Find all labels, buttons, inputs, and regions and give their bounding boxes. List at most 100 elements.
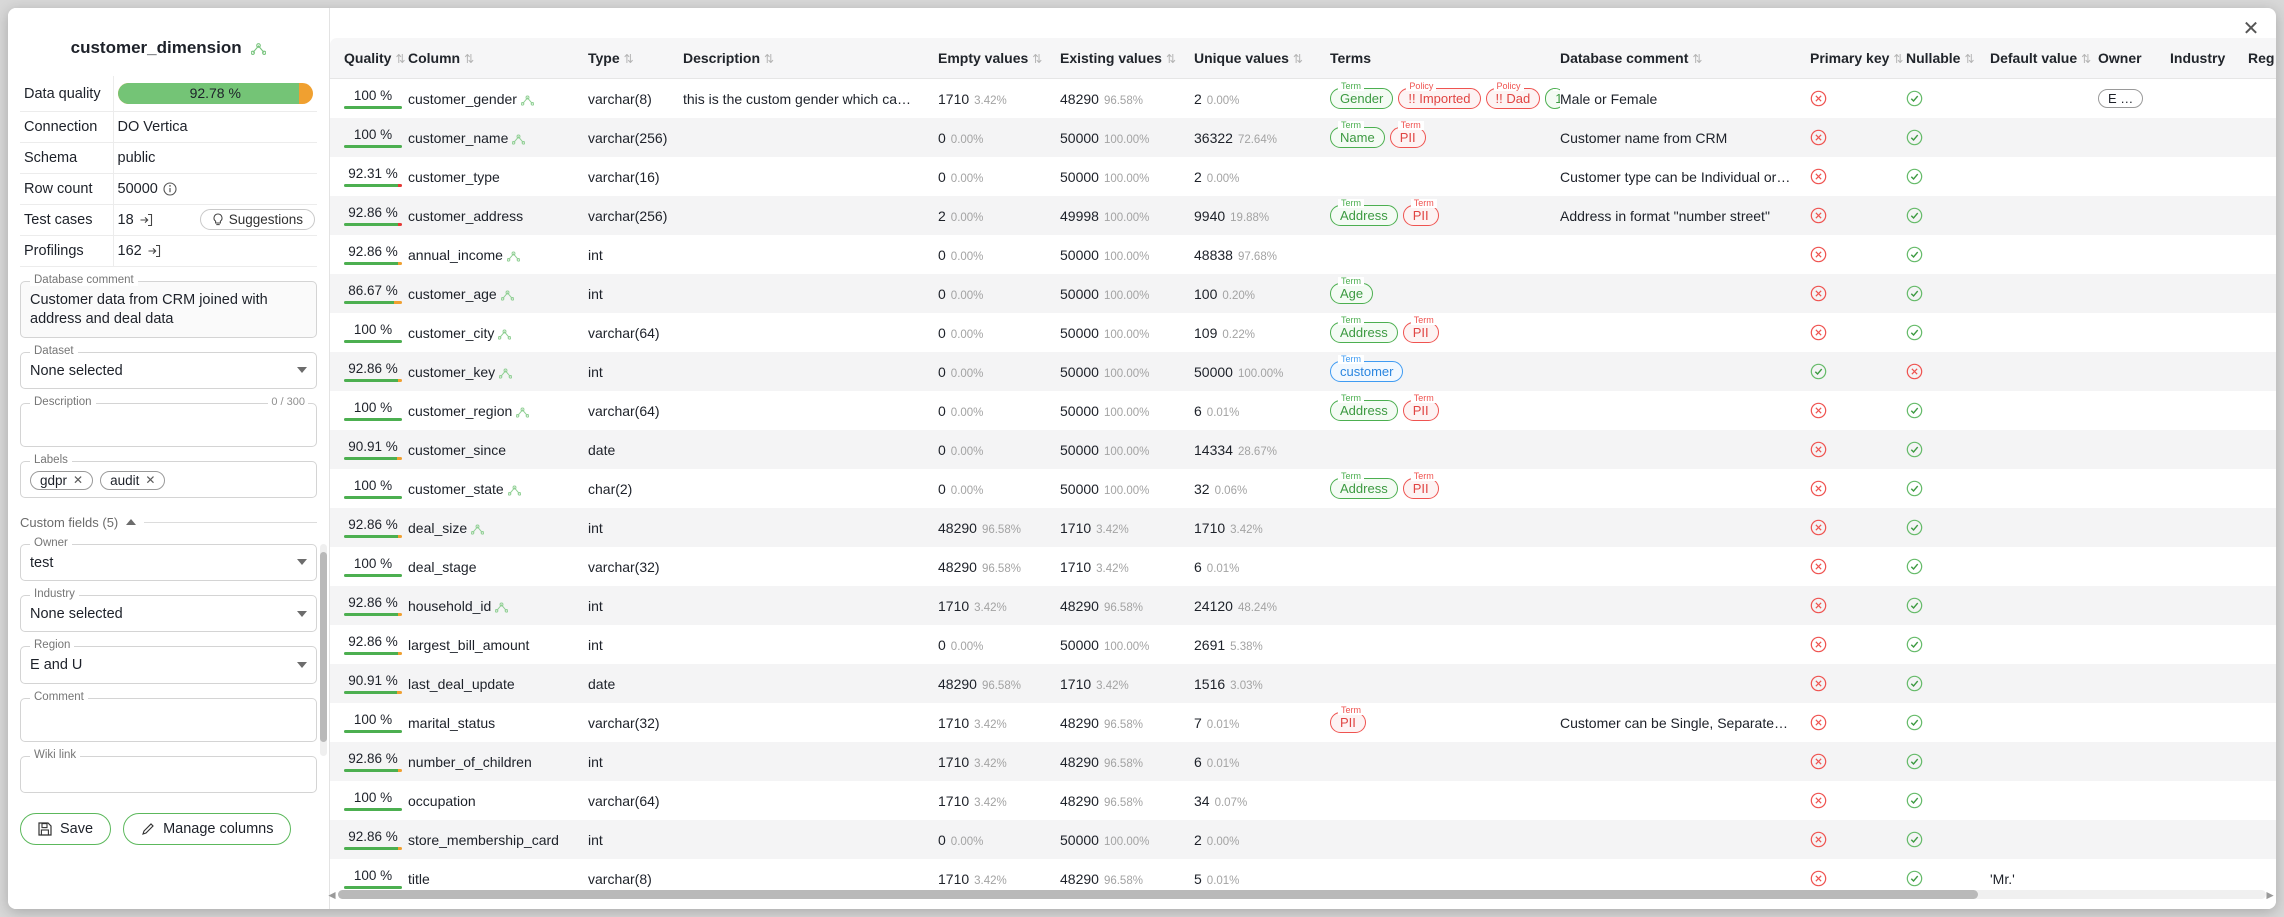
- scroll-left-icon[interactable]: ◄: [326, 888, 338, 902]
- sort-icon[interactable]: ⇅: [1964, 52, 1974, 66]
- dataset-field[interactable]: Dataset None selected: [20, 344, 317, 389]
- term-badge[interactable]: Term PII: [1402, 394, 1439, 421]
- table-row[interactable]: 100 % customer_name varchar(256) 0 0.00% 50…: [330, 118, 2276, 157]
- column-header-industry[interactable]: Industry: [2170, 38, 2248, 79]
- term-badge[interactable]: Policy!! Imported: [1398, 82, 1481, 109]
- column-header-type[interactable]: Type ⇅: [588, 38, 683, 79]
- term-badge[interactable]: Term Gender: [1330, 82, 1394, 109]
- owner-chip[interactable]: E …: [2098, 89, 2144, 108]
- chevron-down-icon[interactable]: [297, 610, 307, 617]
- remove-icon[interactable]: ✕: [145, 473, 155, 487]
- sort-icon[interactable]: ⇅: [764, 52, 774, 66]
- column-header-default-value[interactable]: Default value ⇅: [1990, 38, 2098, 79]
- database-comment-field[interactable]: Database comment Customer data from CRM j…: [20, 274, 317, 338]
- sort-icon[interactable]: ⇅: [1166, 52, 1176, 66]
- horizontal-scrollbar-track[interactable]: [338, 890, 2266, 899]
- table-row[interactable]: 90.91 % customer_since date 0 0.00% 50000 100…: [330, 430, 2276, 469]
- manage-columns-button[interactable]: Manage columns: [123, 812, 292, 845]
- column-header-owner[interactable]: Owner: [2098, 38, 2170, 79]
- sort-icon[interactable]: ⇅: [624, 52, 634, 66]
- owner-field[interactable]: Owner test: [20, 536, 317, 582]
- table-row[interactable]: 100 % customer_region varchar(64) 0 0.00% 5…: [330, 391, 2276, 430]
- labels-field[interactable]: Labels gdpr ✕ audit ✕: [20, 453, 317, 498]
- chevron-down-icon[interactable]: [297, 559, 307, 566]
- lineage-icon[interactable]: [498, 329, 512, 340]
- table-row[interactable]: 100 % customer_gender varchar(8) this is …: [330, 78, 2276, 118]
- wiki-link-field[interactable]: Wiki link: [20, 748, 317, 793]
- table-row[interactable]: 92.86 % household_id int 1710 3.42% 48290 96…: [330, 586, 2276, 625]
- remove-icon[interactable]: ✕: [73, 473, 83, 487]
- column-header-empty-values[interactable]: Empty values ⇅: [938, 38, 1060, 79]
- column-header-column[interactable]: Column ⇅: [408, 38, 588, 79]
- lineage-icon[interactable]: [500, 290, 514, 301]
- info-icon[interactable]: [163, 182, 177, 196]
- column-header-database-comment[interactable]: Database comment ⇅: [1560, 38, 1810, 79]
- chevron-down-icon[interactable]: [297, 367, 307, 374]
- column-header-terms[interactable]: Terms: [1330, 38, 1560, 79]
- term-badge[interactable]: Term PII: [1402, 316, 1439, 343]
- table-row[interactable]: 100 % customer_state char(2) 0 0.00% 50000 1…: [330, 469, 2276, 508]
- lineage-icon[interactable]: [512, 134, 526, 145]
- lineage-icon[interactable]: [251, 43, 267, 55]
- comment-field[interactable]: Comment: [20, 690, 317, 742]
- save-button[interactable]: Save: [20, 812, 112, 845]
- label-chip[interactable]: gdpr ✕: [30, 470, 94, 490]
- term-badge[interactable]: Term PII: [1402, 472, 1439, 499]
- term-badge[interactable]: Term customer: [1330, 355, 1404, 382]
- table-row[interactable]: 90.91 % last_deal_update date 48290 96.58% 1…: [330, 664, 2276, 703]
- lineage-icon[interactable]: [495, 602, 509, 613]
- lineage-icon[interactable]: [506, 251, 520, 262]
- table-row[interactable]: 100 % customer_city varchar(64) 0 0.00% 500…: [330, 313, 2276, 352]
- table-row[interactable]: 92.86 % largest_bill_amount int 0 0.00% 5000…: [330, 625, 2276, 664]
- sort-icon[interactable]: ⇅: [1692, 52, 1702, 66]
- column-header-quality[interactable]: Quality ⇅: [330, 38, 408, 79]
- label-chip[interactable]: audit ✕: [100, 470, 166, 490]
- horizontal-scrollbar-thumb[interactable]: [338, 890, 1978, 899]
- term-badge[interactable]: Term Address: [1330, 199, 1398, 226]
- table-row[interactable]: 100 % marital_status varchar(32) 1710 3.42%…: [330, 703, 2276, 742]
- lineage-icon[interactable]: [520, 95, 534, 106]
- table-row[interactable]: 92.31 % customer_type varchar(16) 0 0.00% 50…: [330, 157, 2276, 196]
- open-detail-icon[interactable]: [147, 244, 161, 258]
- table-row[interactable]: 86.67 % customer_age int 0 0.00% 50000 100.0…: [330, 274, 2276, 313]
- term-badge[interactable]: Term Age: [1330, 277, 1374, 304]
- term-badge[interactable]: Term PII: [1389, 121, 1426, 148]
- term-badge[interactable]: Term PII: [1402, 199, 1439, 226]
- lineage-icon[interactable]: [516, 407, 530, 418]
- table-row[interactable]: 92.86 % annual_income int 0 0.00% 50000 100.…: [330, 235, 2276, 274]
- custom-fields-header[interactable]: Custom fields (5): [20, 515, 317, 530]
- description-field[interactable]: Description 0 / 300: [20, 395, 317, 447]
- term-badge[interactable]: Term Address: [1330, 316, 1398, 343]
- table-row[interactable]: 92.86 % deal_size int 48290 96.58% 1710 3.42…: [330, 508, 2276, 547]
- sort-icon[interactable]: ⇅: [464, 52, 474, 66]
- lineage-icon[interactable]: [507, 485, 521, 496]
- term-badge[interactable]: Bus11: [1545, 88, 1560, 109]
- table-row[interactable]: 92.86 % number_of_children int 1710 3.42% 48…: [330, 742, 2276, 781]
- sort-icon[interactable]: ⇅: [1893, 52, 1903, 66]
- term-badge[interactable]: Term PII: [1330, 706, 1366, 733]
- sort-icon[interactable]: ⇅: [2081, 52, 2091, 66]
- lineage-icon[interactable]: [471, 524, 485, 535]
- term-badge[interactable]: Term Name: [1330, 121, 1385, 148]
- table-row[interactable]: 92.86 % store_membership_card int 0 0.00% 50…: [330, 820, 2276, 859]
- column-header-description[interactable]: Description ⇅: [683, 38, 938, 79]
- sort-icon[interactable]: ⇅: [1032, 52, 1042, 66]
- suggestions-button[interactable]: Suggestions: [199, 209, 315, 230]
- column-header-existing-values[interactable]: Existing values ⇅: [1060, 38, 1194, 79]
- sidebar-scrollbar-thumb[interactable]: [320, 551, 327, 742]
- table-row[interactable]: 92.86 % customer_key int 0 0.00% 50000 100.0…: [330, 352, 2276, 391]
- column-header-reg[interactable]: Reg: [2248, 38, 2276, 79]
- term-badge[interactable]: Policy!! Dad: [1485, 82, 1541, 109]
- column-header-unique-values[interactable]: Unique values ⇅: [1194, 38, 1330, 79]
- industry-field[interactable]: Industry None selected: [20, 588, 317, 633]
- sort-icon[interactable]: ⇅: [395, 52, 405, 66]
- close-icon[interactable]: ✕: [2238, 16, 2264, 42]
- lineage-icon[interactable]: [499, 368, 513, 379]
- column-header-primary-key[interactable]: Primary key ⇅: [1810, 38, 1906, 79]
- open-detail-icon[interactable]: [139, 213, 153, 227]
- table-row[interactable]: 100 % occupation varchar(64) 1710 3.42% 4829…: [330, 781, 2276, 820]
- column-header-nullable[interactable]: Nullable ⇅: [1906, 38, 1990, 79]
- term-badge[interactable]: Term Address: [1330, 472, 1398, 499]
- chevron-down-icon[interactable]: [297, 662, 307, 669]
- region-field[interactable]: Region E and U: [20, 639, 317, 684]
